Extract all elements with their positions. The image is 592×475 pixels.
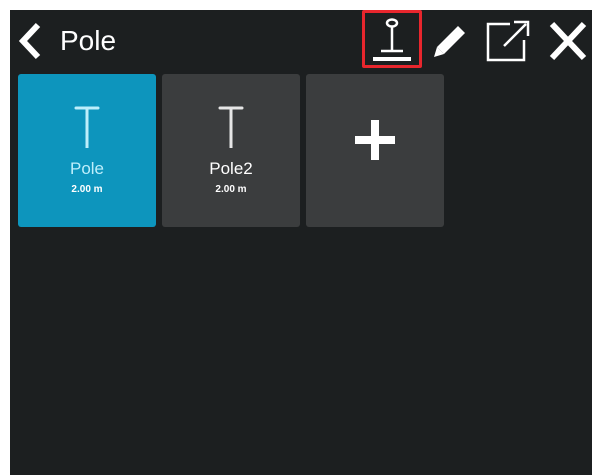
pole-height: 2.00 m [215,184,247,195]
pencil-icon [434,26,465,57]
back-button[interactable] [14,21,48,61]
external-link-icon [486,20,530,62]
pole-name: Pole2 [209,159,253,178]
pole-tile-selected[interactable]: Pole 2.00 m [18,74,156,227]
pole-measure-icon [373,18,411,61]
pole-icon-container [162,104,300,152]
pole-height: 2.00 m [71,184,103,195]
close-button[interactable] [544,18,592,64]
pole-height-tool-button[interactable] [362,10,422,68]
header-bar: Pole [10,10,592,72]
pole-icon-container [18,104,156,152]
plus-icon-container [306,116,444,164]
close-icon [549,21,587,61]
edit-button[interactable] [430,21,470,61]
app-screen: Pole Pole 2.00 m Pole2 2.00 m [10,10,592,475]
pole-tile[interactable]: Pole2 2.00 m [162,74,300,227]
chevron-left-icon [18,22,41,60]
pole-icon [74,106,100,148]
page-title: Pole [60,25,117,56]
plus-icon [355,120,395,160]
pole-icon [218,106,244,148]
export-button[interactable] [484,18,532,64]
add-pole-button[interactable] [306,74,444,227]
pole-name: Pole [69,159,105,178]
